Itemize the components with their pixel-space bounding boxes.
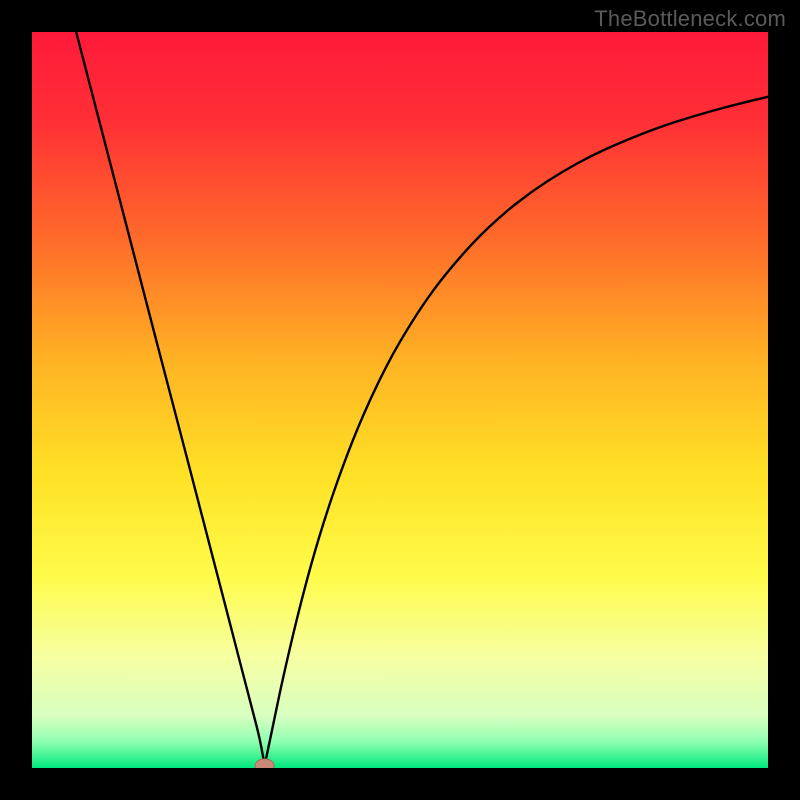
watermark-text: TheBottleneck.com	[594, 6, 786, 32]
gradient-background	[32, 32, 768, 768]
chart-frame	[32, 32, 768, 768]
bottleneck-chart	[32, 32, 768, 768]
